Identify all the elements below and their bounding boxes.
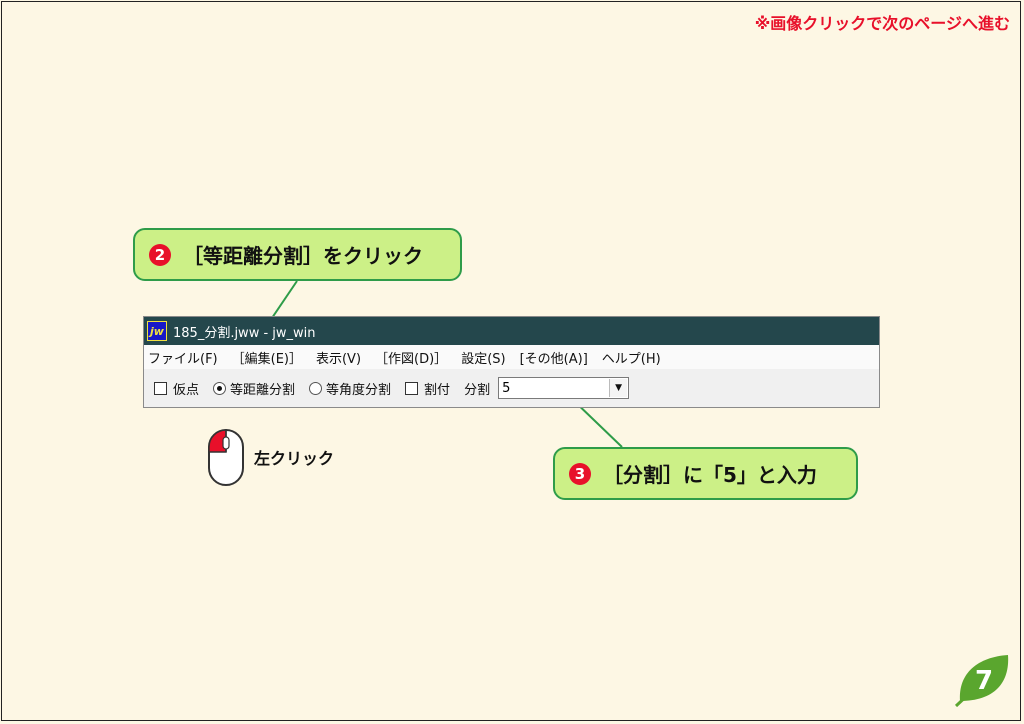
menu-file[interactable]: ファイル(F) xyxy=(148,348,218,367)
equal-distance-label: 等距離分割 xyxy=(230,382,296,398)
left-click-label: 左クリック xyxy=(254,449,335,468)
menu-settings[interactable]: 設定(S) xyxy=(461,348,505,367)
app-window: jw 185_分割.jww - jw_win ファイル(F) ［編集(E)］ 表… xyxy=(143,316,880,408)
step-number-3: 3 xyxy=(569,462,591,485)
step-number-2: 2 xyxy=(149,243,171,266)
menu-view[interactable]: 表示(V) xyxy=(316,348,361,367)
radio-unselected[interactable] xyxy=(309,381,323,395)
menu-edit[interactable]: ［編集(E)］ xyxy=(232,348,302,367)
radio-selected[interactable] xyxy=(213,381,227,395)
control-bar: 仮点 等距離分割 等角度分割 割付 分割 ▼ xyxy=(144,369,879,407)
kari-label: 仮点 xyxy=(173,382,200,398)
equal-distance-radio[interactable]: 等距離分割 xyxy=(213,379,295,398)
kari-checkbox[interactable]: 仮点 xyxy=(154,379,199,398)
window-title: 185_分割.jww - jw_win xyxy=(173,325,316,341)
dropdown-arrow-icon[interactable]: ▼ xyxy=(609,379,628,397)
menu-draw[interactable]: ［作図(D)］ xyxy=(375,348,447,367)
menu-bar: ファイル(F) ［編集(E)］ 表示(V) ［作図(D)］ 設定(S) [その他… xyxy=(144,345,879,369)
wari-label: 割付 xyxy=(424,382,451,398)
checkbox-box[interactable] xyxy=(154,381,167,395)
callout-step-2-text: ［等距離分割］をクリック xyxy=(183,244,423,268)
menu-other[interactable]: [その他(A)] xyxy=(520,348,588,367)
equal-angle-radio[interactable]: 等角度分割 xyxy=(309,379,391,398)
checkbox-box[interactable] xyxy=(405,381,419,395)
equal-angle-label: 等角度分割 xyxy=(326,382,392,398)
page-number-leaf-icon: 7 xyxy=(954,655,1009,707)
window-titlebar: jw 185_分割.jww - jw_win xyxy=(144,317,879,345)
wari-checkbox[interactable]: 割付 xyxy=(405,379,450,398)
page-number: 7 xyxy=(975,666,993,696)
callout-step-2: 2 ［等距離分割］をクリック xyxy=(133,228,462,281)
bunkatsu-label: 分割 xyxy=(464,382,491,398)
callout-step-3: 3 ［分割］に「5」と入力 xyxy=(553,447,858,500)
jw-app-icon: jw xyxy=(147,321,167,341)
menu-help[interactable]: ヘルプ(H) xyxy=(602,348,661,367)
callout-step-3-text: ［分割］に「5」と入力 xyxy=(603,463,817,487)
bunkatsu-combobox[interactable]: ▼ xyxy=(498,377,630,399)
mouse-left-click-icon xyxy=(208,429,244,486)
bunkatsu-input[interactable] xyxy=(499,378,605,398)
